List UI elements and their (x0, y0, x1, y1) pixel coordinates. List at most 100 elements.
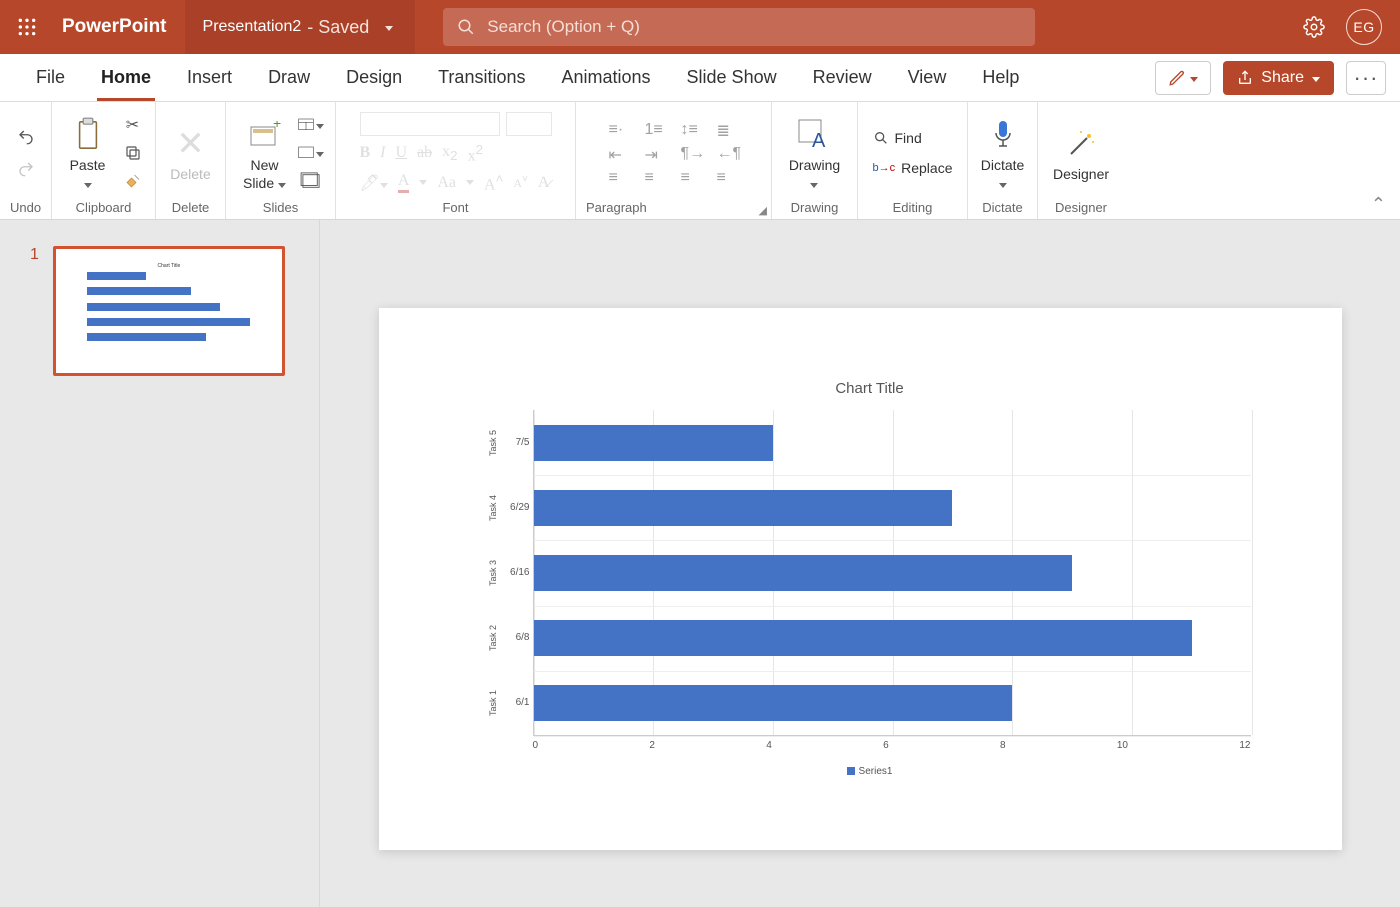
subscript-button[interactable]: x2 (442, 143, 457, 163)
font-size-select[interactable] (506, 112, 552, 136)
document-saved-status: - Saved (307, 17, 369, 38)
tab-view[interactable]: View (890, 54, 965, 101)
new-slide-button[interactable]: + New Slide (237, 113, 292, 193)
search-input[interactable] (487, 17, 1021, 37)
search-icon (873, 130, 889, 146)
change-case-button[interactable]: Aa (437, 174, 456, 192)
user-avatar[interactable]: EG (1346, 9, 1382, 45)
tab-file[interactable]: File (18, 54, 83, 101)
redo-button[interactable] (13, 158, 39, 180)
justify-button[interactable]: ≡ (717, 169, 739, 185)
chart-legend: Series1 (479, 766, 1261, 777)
tab-slide-show[interactable]: Slide Show (669, 54, 795, 101)
copy-button[interactable] (120, 142, 146, 164)
align-right-button[interactable]: ≡ (681, 169, 703, 185)
group-label-font: Font (442, 200, 468, 215)
slide-canvas-area[interactable]: Chart Title Task 57/5Task 46/29Task 36/1… (320, 220, 1400, 907)
dictate-button[interactable]: Dictate (975, 113, 1031, 193)
chart-date-label: 6/29 (506, 502, 530, 513)
ltr-button[interactable]: ¶→ (681, 145, 703, 161)
font-family-select[interactable] (360, 112, 500, 136)
numbering-button[interactable]: 1≡ (645, 121, 667, 137)
collapse-ribbon-button[interactable]: ⌃ (1371, 194, 1386, 215)
align-center-button[interactable]: ≡ (645, 169, 667, 185)
superscript-button[interactable]: x2 (468, 142, 483, 165)
slide-thumbnail-1[interactable]: Chart Title (53, 246, 285, 376)
tab-transitions[interactable]: Transitions (420, 54, 543, 101)
font-color-button[interactable]: A (398, 172, 410, 193)
format-painter-button[interactable] (120, 170, 146, 192)
replace-button[interactable]: b→c Replace (867, 158, 959, 178)
share-button[interactable]: Share (1223, 61, 1334, 95)
bar-chart[interactable]: Chart Title Task 57/5Task 46/29Task 36/1… (479, 380, 1261, 800)
italic-button[interactable]: I (380, 144, 385, 162)
group-label-delete: Delete (172, 200, 210, 215)
chart-category-label: Task 4 (488, 495, 498, 521)
slide[interactable]: Chart Title Task 57/5Task 46/29Task 36/1… (379, 308, 1342, 850)
undo-icon (15, 128, 37, 146)
group-label-undo: Undo (10, 200, 41, 215)
tab-review[interactable]: Review (795, 54, 890, 101)
settings-button[interactable] (1300, 13, 1328, 41)
tab-draw[interactable]: Draw (250, 54, 328, 101)
decrease-indent-button[interactable]: ⇤ (609, 145, 631, 161)
reset-slide-button[interactable] (298, 142, 324, 164)
section-button[interactable] (298, 170, 324, 192)
paintbrush-icon (123, 172, 143, 190)
chart-bar (534, 685, 1013, 721)
chevron-down-icon (999, 175, 1007, 191)
copy-icon (124, 144, 142, 162)
designer-button[interactable]: Designer (1047, 122, 1115, 184)
chart-bar (534, 555, 1073, 591)
group-label-dictate: Dictate (982, 200, 1022, 215)
tab-help[interactable]: Help (964, 54, 1037, 101)
chart-category-label: Task 1 (488, 690, 498, 716)
ribbon-tabs: File Home Insert Draw Design Transitions… (0, 54, 1400, 102)
align-left-button[interactable]: ≡ (609, 169, 631, 185)
group-label-editing: Editing (893, 200, 933, 215)
bold-button[interactable]: B (360, 144, 371, 162)
shapes-icon: A (796, 117, 832, 153)
redo-icon (15, 160, 37, 178)
highlight-button[interactable]: 🖊 (360, 173, 388, 193)
chart-category-label: Task 3 (488, 560, 498, 586)
tab-design[interactable]: Design (328, 54, 420, 101)
chart-date-label: 7/5 (506, 437, 530, 448)
cut-button[interactable]: ✂ (120, 114, 146, 136)
chart-title: Chart Title (479, 380, 1261, 397)
bullets-button[interactable]: ≡· (609, 121, 631, 137)
tab-animations[interactable]: Animations (543, 54, 668, 101)
search-box[interactable] (443, 8, 1035, 46)
chart-x-axis-labels: 024681012 (533, 740, 1251, 751)
drawing-button[interactable]: A Drawing (783, 113, 846, 193)
editing-mode-button[interactable] (1155, 61, 1211, 95)
paragraph-dialog-launcher[interactable]: ◢ (759, 204, 767, 217)
undo-button[interactable] (13, 126, 39, 148)
layout-button[interactable] (298, 114, 324, 136)
clear-formatting-button[interactable]: A̷ (538, 174, 550, 192)
chart-date-label: 6/8 (506, 632, 530, 643)
thumbnail-number: 1 (30, 246, 39, 376)
chevron-down-icon (385, 18, 393, 36)
tab-insert[interactable]: Insert (169, 54, 250, 101)
shrink-font-button[interactable]: A˅ (513, 174, 528, 191)
tab-home[interactable]: Home (83, 54, 169, 101)
group-label-drawing: Drawing (791, 200, 839, 215)
list-level-button[interactable]: ≣ (717, 121, 739, 137)
app-launcher-button[interactable] (0, 0, 54, 54)
document-title-strip[interactable]: Presentation2 - Saved (185, 0, 416, 54)
find-button[interactable]: Find (867, 128, 928, 148)
chart-plot-area: Task 57/5Task 46/29Task 36/16Task 26/8Ta… (533, 410, 1251, 736)
chart-category-label: Task 2 (488, 625, 498, 651)
underline-button[interactable]: U (396, 144, 408, 162)
chart-category-label: Task 5 (488, 430, 498, 456)
paste-button[interactable]: Paste (62, 113, 114, 193)
increase-indent-button[interactable]: ⇥ (645, 145, 667, 161)
strikethrough-button[interactable]: ab (417, 144, 432, 162)
rtl-button[interactable]: ←¶ (717, 145, 739, 161)
more-options-button[interactable]: ··· (1346, 61, 1386, 95)
group-label-slides: Slides (263, 200, 298, 215)
line-spacing-button[interactable]: ↕≡ (681, 121, 703, 137)
document-name: Presentation2 (203, 18, 302, 36)
grow-font-button[interactable]: A˄ (484, 171, 503, 194)
